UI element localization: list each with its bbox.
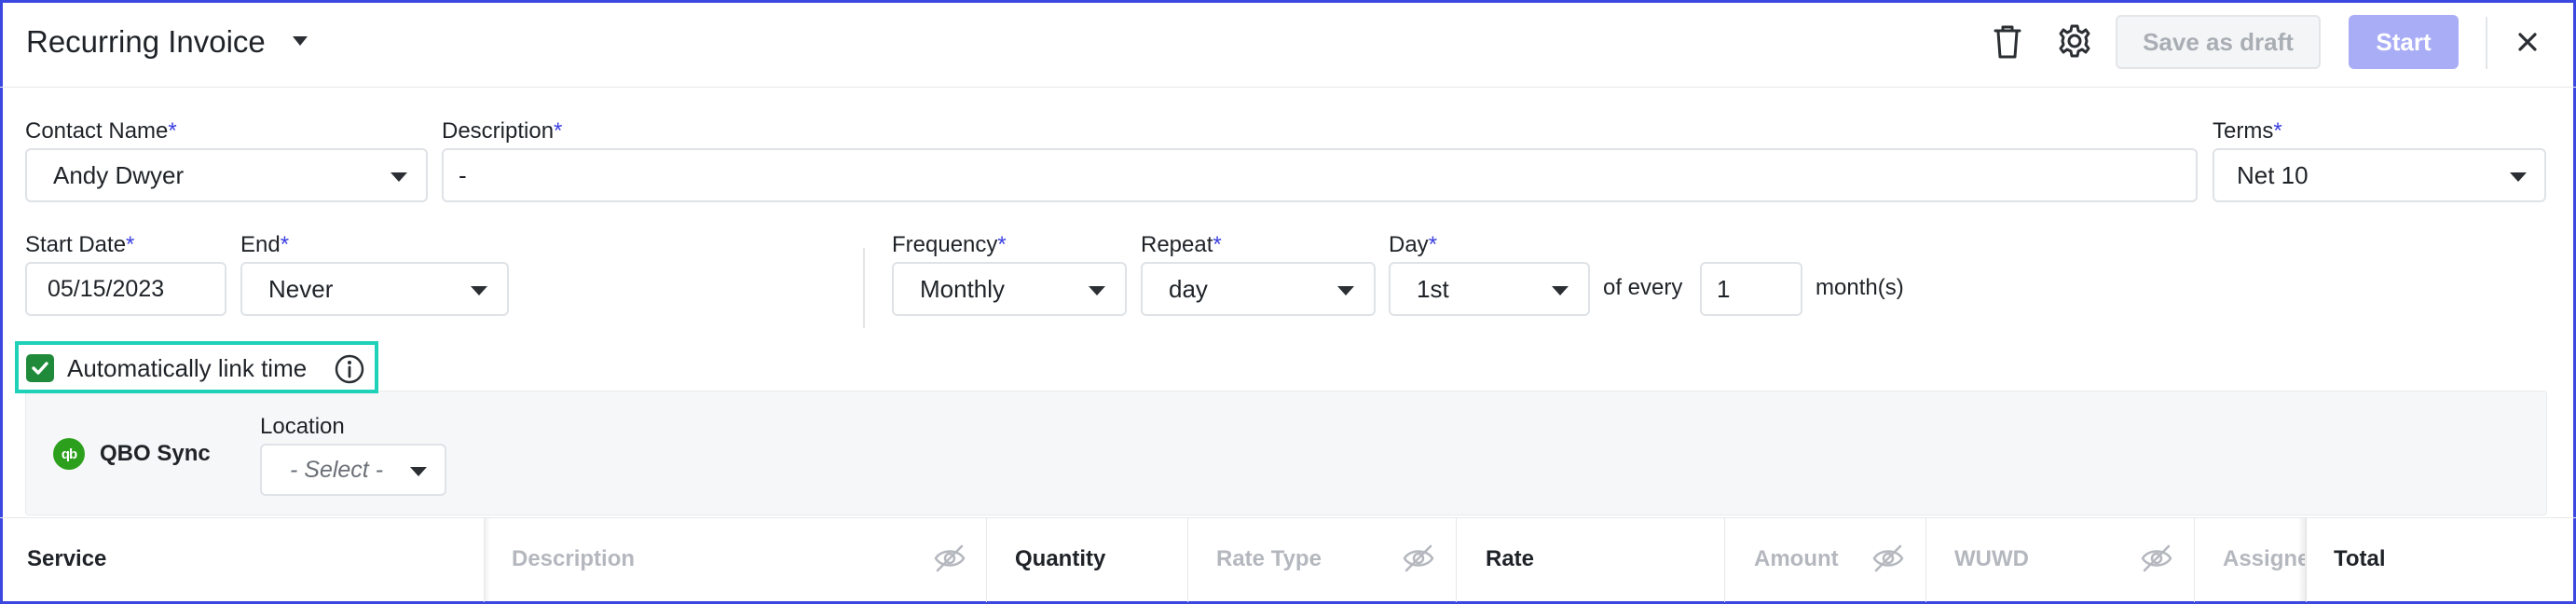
header-divider-line bbox=[0, 87, 2576, 88]
day-select[interactable]: 1st bbox=[1389, 262, 1590, 316]
start-date-label: Start Date* bbox=[25, 232, 135, 257]
end-label: End* bbox=[240, 232, 290, 257]
chevron-down-icon bbox=[391, 172, 407, 182]
column-header-wuwd: WUWD bbox=[1954, 546, 2029, 571]
interval-input[interactable]: 1 bbox=[1700, 262, 1802, 316]
contact-name-label: Contact Name* bbox=[25, 118, 177, 144]
column-header-amount: Amount bbox=[1754, 546, 1839, 571]
end-select[interactable]: Never bbox=[240, 262, 509, 316]
eye-off-icon[interactable] bbox=[1871, 544, 1905, 572]
interval-unit-label: month(s) bbox=[1816, 275, 1904, 300]
terms-value: Net 10 bbox=[2237, 160, 2309, 189]
start-date-input[interactable]: 05/15/2023 bbox=[25, 262, 226, 316]
chevron-down-icon bbox=[1089, 286, 1105, 295]
frequency-select[interactable]: Monthly bbox=[892, 262, 1127, 316]
column-divider bbox=[1724, 518, 1725, 602]
column-header-assignee: Assignee bbox=[2223, 546, 2305, 571]
description-label: Description* bbox=[442, 118, 563, 144]
column-shadow bbox=[2298, 518, 2306, 602]
description-value: - bbox=[459, 160, 467, 189]
start-button[interactable]: Start bbox=[2349, 15, 2459, 69]
repeat-label: Repeat* bbox=[1141, 232, 1222, 257]
terms-label: Terms* bbox=[2213, 118, 2282, 144]
chevron-down-icon bbox=[1337, 286, 1354, 295]
header-divider bbox=[2486, 17, 2487, 69]
day-value: 1st bbox=[1417, 274, 1449, 303]
column-header-rate: Rate bbox=[1486, 546, 1535, 571]
page-title: Recurring Invoice bbox=[26, 24, 266, 59]
location-label: Location bbox=[260, 414, 345, 439]
column-shadow bbox=[485, 518, 490, 602]
description-input[interactable]: - bbox=[442, 148, 2198, 202]
chevron-down-icon bbox=[410, 467, 427, 476]
section-divider bbox=[863, 248, 865, 328]
title-dropdown-icon[interactable] bbox=[292, 35, 308, 47]
end-value: Never bbox=[268, 274, 334, 303]
eye-off-icon[interactable] bbox=[933, 544, 966, 572]
trash-icon[interactable] bbox=[1992, 24, 2023, 60]
terms-select[interactable]: Net 10 bbox=[2213, 148, 2546, 202]
qbo-sync-title: QBO Sync bbox=[100, 441, 211, 466]
save-as-draft-button[interactable]: Save as draft bbox=[2116, 15, 2321, 69]
location-placeholder: - Select - bbox=[290, 456, 384, 483]
repeat-select[interactable]: day bbox=[1141, 262, 1376, 316]
repeat-value: day bbox=[1169, 274, 1208, 303]
location-select[interactable]: - Select - bbox=[260, 444, 446, 496]
contact-name-value: Andy Dwyer bbox=[53, 160, 185, 189]
column-header-quantity: Quantity bbox=[1015, 546, 1106, 571]
column-divider bbox=[1187, 518, 1188, 602]
frequency-label: Frequency* bbox=[892, 232, 1007, 257]
qbo-logo-icon: qb bbox=[53, 438, 85, 470]
contact-name-select[interactable]: Andy Dwyer bbox=[25, 148, 428, 202]
column-header-rate-type: Rate Type bbox=[1216, 546, 1322, 571]
auto-link-time-label: Automatically link time bbox=[67, 354, 308, 382]
checkmark-icon bbox=[32, 362, 48, 375]
column-header-description: Description bbox=[512, 546, 636, 571]
column-divider bbox=[1925, 518, 1926, 602]
start-date-value: 05/15/2023 bbox=[48, 275, 165, 302]
chevron-down-icon bbox=[1552, 286, 1569, 295]
interval-value: 1 bbox=[1717, 274, 1731, 303]
column-divider bbox=[1456, 518, 1457, 602]
close-icon[interactable] bbox=[2517, 32, 2538, 52]
chevron-down-icon bbox=[2510, 172, 2527, 182]
table-top-border bbox=[0, 517, 2576, 518]
column-header-total: Total bbox=[2334, 546, 2386, 571]
frequency-value: Monthly bbox=[920, 274, 1006, 303]
column-divider bbox=[2194, 518, 2195, 602]
column-divider bbox=[986, 518, 987, 602]
eye-off-icon[interactable] bbox=[2140, 544, 2173, 572]
column-header-service: Service bbox=[27, 546, 107, 571]
of-every-label: of every bbox=[1603, 275, 1683, 300]
chevron-down-icon bbox=[471, 286, 487, 295]
column-divider bbox=[2306, 518, 2307, 602]
auto-link-time-checkbox[interactable] bbox=[26, 354, 54, 382]
settings-gear-icon[interactable] bbox=[2057, 23, 2092, 59]
day-label: Day* bbox=[1389, 232, 1438, 257]
eye-off-icon[interactable] bbox=[1402, 544, 1435, 572]
info-icon[interactable] bbox=[334, 353, 365, 385]
